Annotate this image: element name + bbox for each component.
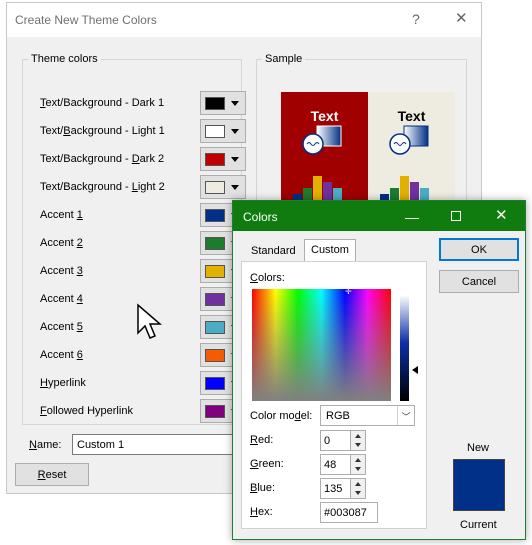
color-swatch [205,181,225,194]
green-label: Green: [250,458,284,470]
red-stepper[interactable]: 0 [320,430,368,451]
blue-field[interactable]: 135 [320,478,351,499]
theme-dialog-title: Create New Theme Colors [15,13,157,27]
name-input[interactable] [72,434,242,455]
red-label: Red: [250,434,274,446]
theme-color-row: Accent 6 [40,343,246,367]
green-field[interactable]: 48 [320,454,351,475]
color-picker-button[interactable] [200,175,246,199]
minimize-icon[interactable]: — [405,209,419,225]
green-stepper[interactable]: 48 [320,454,368,475]
color-swatch [205,125,225,138]
color-swatch [205,153,225,166]
color-swatch [205,237,225,250]
color-swatch [205,265,225,278]
theme-color-row: Accent 3 [40,259,246,283]
dropdown-arrow-icon[interactable] [231,157,239,162]
color-swatch [205,349,225,362]
chevron-down-icon[interactable]: ﹀ [397,406,414,425]
color-swatch [205,405,225,418]
colors-titlebar: Colors — ✕ [233,201,525,231]
theme-color-label: Accent 4 [40,293,83,305]
color-spectrum-picker[interactable]: ✛ [252,287,391,401]
theme-colors-group: Theme colors Text/Background - Dark 1 Tex… [22,53,246,425]
color-picker-button[interactable] [200,147,246,171]
theme-colors-legend: Theme colors [31,53,98,65]
color-model-select[interactable]: RGB ﹀ [320,405,415,426]
close-icon[interactable]: ✕ [495,206,508,224]
dropdown-arrow-icon[interactable] [231,129,239,134]
theme-color-row: Accent 1 [40,203,246,227]
theme-color-row: Accent 2 [40,231,246,255]
luminance-arrow-icon[interactable] [412,366,418,374]
theme-color-label: Text/Background - Light 2 [40,181,165,193]
color-swatch [205,377,225,390]
help-icon[interactable]: ? [412,11,420,27]
name-label: Name: [29,439,62,451]
theme-color-row: Text/Background - Light 2 [40,175,246,199]
color-model-value: RGB [326,410,350,422]
dropdown-arrow-icon[interactable] [231,185,239,190]
theme-dialog-titlebar: Create New Theme Colors ? ✕ [7,3,481,37]
blue-stepper[interactable]: 135 [320,478,368,499]
colors-label: Colors: [250,272,285,284]
theme-color-label: Hyperlink [40,377,86,389]
theme-color-row: Hyperlink [40,371,246,395]
hex-label: Hex: [250,506,273,518]
sample-group: Sample Text Text [256,53,467,262]
tab-custom[interactable]: Custom [304,239,356,261]
theme-color-label: Accent 5 [40,321,83,333]
theme-color-label: Accent 2 [40,237,83,249]
color-swatch [205,97,225,110]
hex-field[interactable]: #003087 [320,502,378,523]
maximize-icon[interactable] [451,211,461,221]
crosshair-icon: ✛ [345,287,352,296]
theme-color-label: Accent 1 [40,209,83,221]
close-icon[interactable]: ✕ [455,9,468,27]
dropdown-arrow-icon[interactable] [231,101,239,106]
theme-color-label: Text/Background - Dark 1 [40,97,165,109]
current-color-label: Current [460,519,497,531]
luminance-slider[interactable] [400,295,409,401]
theme-color-label: Followed Hyperlink [40,405,133,417]
theme-color-row: Text/Background - Light 1 [40,119,246,143]
colors-dialog: Colors — ✕ Standard Custom Colors: ✛ Col… [232,200,526,540]
mouse-pointer-icon [137,303,162,339]
new-color-swatch [453,459,505,511]
color-swatch [205,209,225,222]
blue-label: Blue: [250,482,276,494]
sample-dark-text: Text [310,108,339,124]
colors-dialog-title: Colors [243,210,278,224]
cancel-button[interactable]: Cancel [439,270,519,293]
theme-color-label: Accent 6 [40,349,83,361]
ok-button[interactable]: OK [439,238,519,261]
custom-tab-panel: Colors: ✛ Color model: RGB ﹀ Red: 0 Gree… [241,261,427,529]
new-color-label: New [467,442,490,454]
color-picker-button[interactable] [200,119,246,143]
tab-standard[interactable]: Standard [245,241,302,261]
theme-color-label: Text/Background - Light 1 [40,125,165,137]
color-swatch [205,321,225,334]
sample-light-text: Text [397,108,426,124]
sample-legend: Sample [265,53,303,65]
theme-color-row: Text/Background - Dark 2 [40,147,246,171]
color-model-label: Color model: [250,410,313,422]
theme-color-label: Text/Background - Dark 2 [40,153,165,165]
red-field[interactable]: 0 [320,430,351,451]
theme-color-row: Text/Background - Dark 1 [40,91,246,115]
theme-color-label: Accent 3 [40,265,83,277]
color-picker-button[interactable] [200,91,246,115]
green-spin-buttons[interactable] [350,454,366,475]
red-spin-buttons[interactable] [350,430,366,451]
blue-spin-buttons[interactable] [350,478,366,499]
color-swatch [205,293,225,306]
theme-color-row: Followed Hyperlink [40,399,246,423]
reset-button[interactable]: Reset [15,463,89,486]
